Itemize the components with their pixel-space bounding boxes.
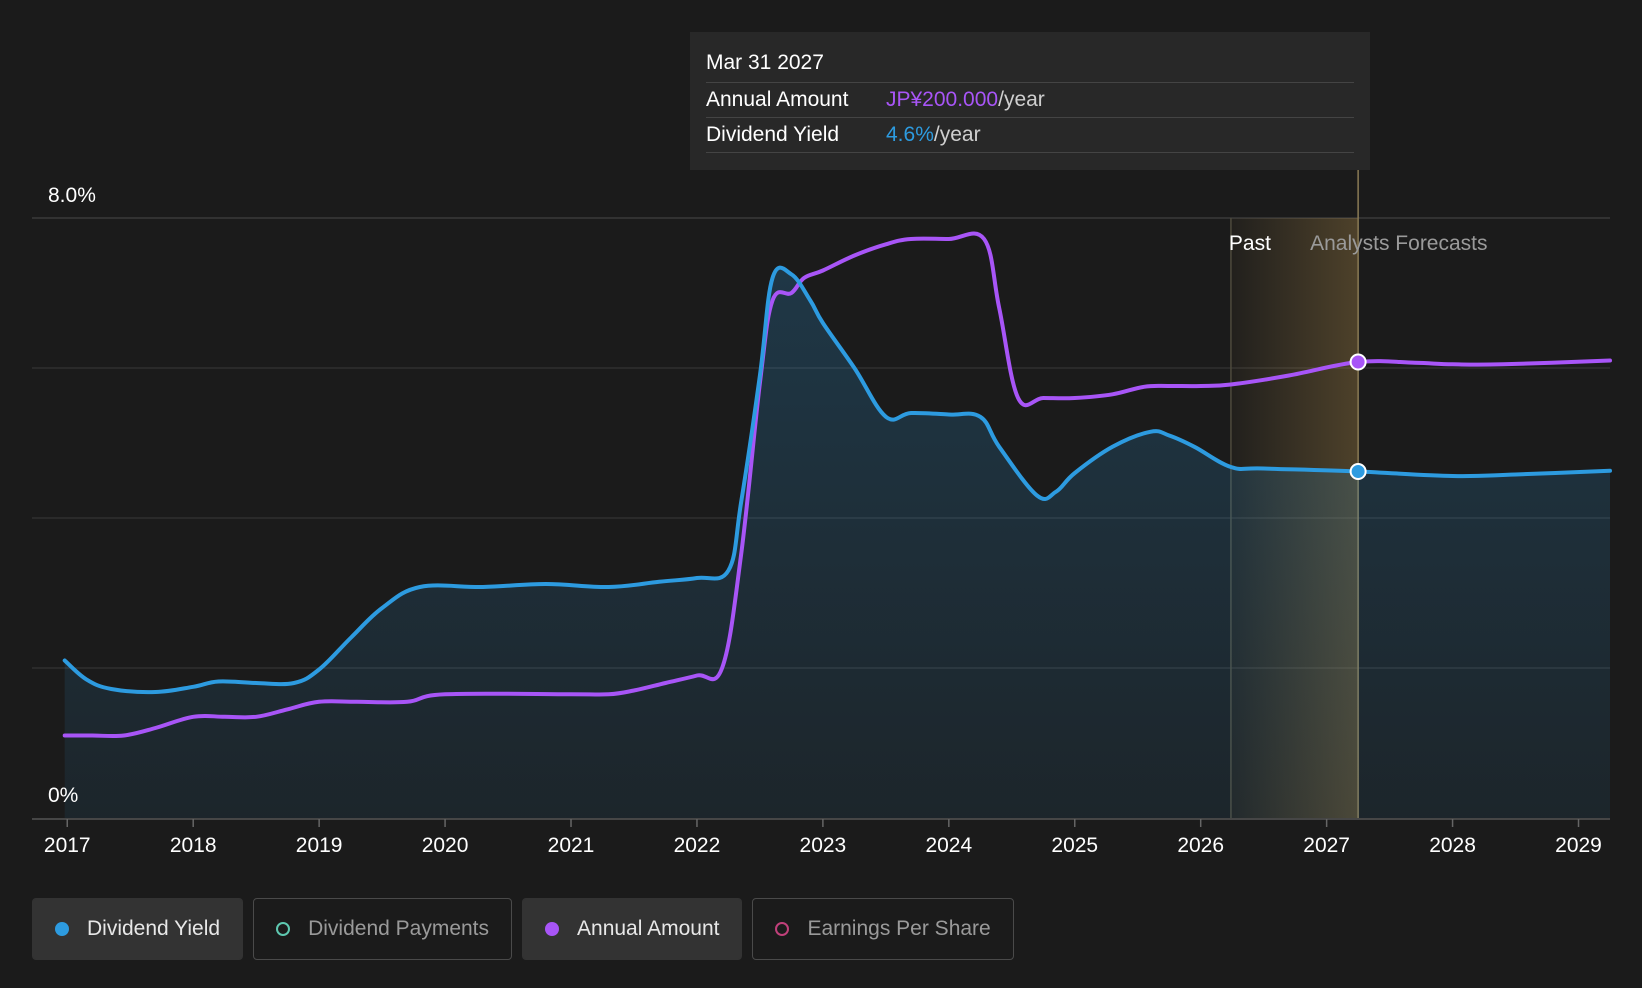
x-tick-label: 2026 [1177, 834, 1224, 857]
x-tick-label: 2027 [1303, 834, 1350, 857]
legend-dot-icon [545, 922, 560, 936]
legend-label: Earnings Per Share [807, 917, 991, 940]
x-tick-label: 2019 [296, 834, 343, 857]
tooltip-annual-label: Annual Amount [706, 88, 849, 111]
legend-dividend-yield[interactable]: Dividend Yield [32, 898, 244, 960]
legend-dot-icon [55, 922, 69, 936]
x-tick-label: 2029 [1555, 834, 1602, 857]
tooltip-annual-row: Annual Amount JP¥200.000/year [706, 83, 1354, 118]
x-tick-label: 2017 [44, 834, 91, 857]
tooltip-yield-row: Dividend Yield 4.6%/year [706, 118, 1354, 153]
legend-earnings-per-share[interactable]: Earnings Per Share [752, 898, 1014, 960]
legend-dot-icon [775, 922, 790, 936]
x-tick-label: 2020 [422, 834, 469, 857]
dividend-yield-area [64, 267, 1611, 818]
legend-dividend-payments[interactable]: Dividend Payments [253, 898, 513, 960]
tooltip: Mar 31 2027 Annual Amount JP¥200.000/yea… [690, 32, 1370, 170]
legend: Dividend Yield Dividend Payments Annual … [32, 898, 1014, 960]
x-axis-ticks: 2017 2018 2019 2020 2021 2022 2023 2024 2025 2026… [44, 819, 1602, 857]
x-tick-label: 2024 [925, 834, 972, 857]
x-tick-label: 2022 [674, 834, 721, 857]
tooltip-annual-unit: /year [998, 88, 1045, 111]
dividend-yield-marker [1349, 463, 1367, 480]
x-tick-label: 2018 [170, 834, 217, 857]
tooltip-annual-value: JP¥200.000 [886, 88, 999, 111]
legend-label: Dividend Yield [87, 917, 221, 940]
x-tick-label: 2021 [548, 834, 595, 857]
legend-annual-amount[interactable]: Annual Amount [522, 898, 743, 960]
tooltip-yield-value: 4.6% [886, 123, 934, 146]
annual-amount-marker [1349, 353, 1367, 371]
analysts-forecasts-label: Analysts Forecasts [1310, 232, 1487, 255]
y-axis-label-top: 8.0% [48, 184, 96, 207]
tooltip-date: Mar 31 2027 [706, 48, 1354, 83]
legend-dot-icon [276, 922, 291, 936]
legend-label: Dividend Payments [308, 917, 490, 940]
tooltip-yield-unit: /year [933, 123, 981, 146]
x-tick-label: 2025 [1051, 834, 1098, 857]
past-label: Past [1229, 232, 1271, 255]
x-tick-label: 2023 [800, 834, 847, 857]
y-axis-label-bottom: 0% [48, 784, 78, 807]
legend-label: Annual Amount [577, 917, 720, 940]
tooltip-yield-label: Dividend Yield [706, 123, 840, 146]
x-tick-label: 2028 [1429, 834, 1476, 857]
